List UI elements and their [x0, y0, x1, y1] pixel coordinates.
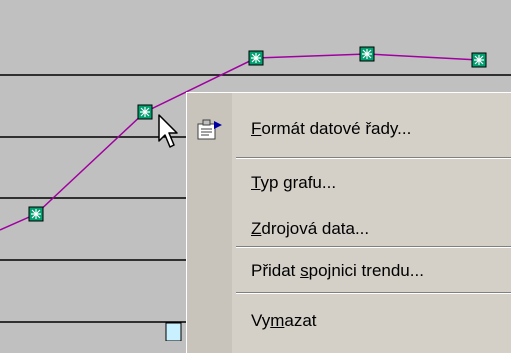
data-point-marker[interactable]: [28, 206, 44, 222]
menu-item-label: Typ grafu...: [251, 173, 337, 192]
menu-separator: [236, 246, 511, 248]
menu-item-label: Formát datové řady...: [251, 119, 412, 138]
data-point-marker[interactable]: [248, 50, 264, 66]
menu-item-label: Vymazat: [251, 311, 317, 330]
context-menu: Formát datové řady... Typ grafu... Zdroj…: [186, 92, 511, 353]
data-point-marker[interactable]: [359, 46, 375, 62]
data-point-marker[interactable]: [137, 104, 153, 120]
menu-item-source-data[interactable]: Zdrojová data...: [187, 211, 511, 247]
menu-item-label: Přidat spojnici trendu...: [251, 261, 424, 280]
menu-separator: [236, 292, 511, 294]
menu-item-label: Zdrojová data...: [251, 219, 370, 238]
menu-item-chart-type[interactable]: Typ grafu...: [187, 165, 511, 201]
menu-item-add-trendline[interactable]: Přidat spojnici trendu...: [187, 253, 511, 289]
format-data-series-icon: [197, 119, 222, 140]
menu-item-delete[interactable]: Vymazat: [187, 303, 511, 339]
data-point-marker[interactable]: [471, 52, 487, 68]
selection-handle[interactable]: [165, 322, 182, 341]
menu-separator: [236, 157, 511, 159]
menu-item-format-data-series[interactable]: Formát datové řady...: [187, 111, 511, 147]
